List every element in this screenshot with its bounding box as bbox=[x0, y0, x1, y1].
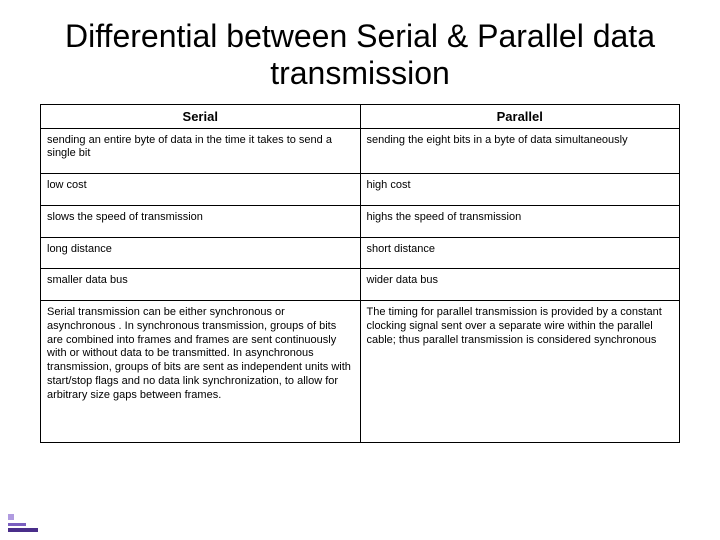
cell-serial: long distance bbox=[41, 237, 361, 269]
cell-serial: smaller data bus bbox=[41, 269, 361, 301]
cell-serial: sending an entire byte of data in the ti… bbox=[41, 128, 361, 174]
slide: Differential between Serial & Parallel d… bbox=[0, 0, 720, 540]
table-row: slows the speed of transmission highs th… bbox=[41, 205, 680, 237]
cell-parallel: sending the eight bits in a byte of data… bbox=[360, 128, 680, 174]
page-title: Differential between Serial & Parallel d… bbox=[0, 0, 720, 100]
header-serial: Serial bbox=[41, 104, 361, 128]
cell-parallel: high cost bbox=[360, 174, 680, 206]
corner-accent-icon bbox=[8, 510, 38, 532]
table-header-row: Serial Parallel bbox=[41, 104, 680, 128]
cell-parallel: The timing for parallel transmission is … bbox=[360, 301, 680, 443]
header-parallel: Parallel bbox=[360, 104, 680, 128]
table-row: low cost high cost bbox=[41, 174, 680, 206]
cell-parallel: wider data bus bbox=[360, 269, 680, 301]
cell-serial: low cost bbox=[41, 174, 361, 206]
cell-serial: Serial transmission can be either synchr… bbox=[41, 301, 361, 443]
comparison-table: Serial Parallel sending an entire byte o… bbox=[40, 104, 680, 444]
cell-serial: slows the speed of transmission bbox=[41, 205, 361, 237]
table-row: sending an entire byte of data in the ti… bbox=[41, 128, 680, 174]
cell-parallel: short distance bbox=[360, 237, 680, 269]
table-row: smaller data bus wider data bus bbox=[41, 269, 680, 301]
table-row: Serial transmission can be either synchr… bbox=[41, 301, 680, 443]
cell-parallel: highs the speed of transmission bbox=[360, 205, 680, 237]
table-row: long distance short distance bbox=[41, 237, 680, 269]
